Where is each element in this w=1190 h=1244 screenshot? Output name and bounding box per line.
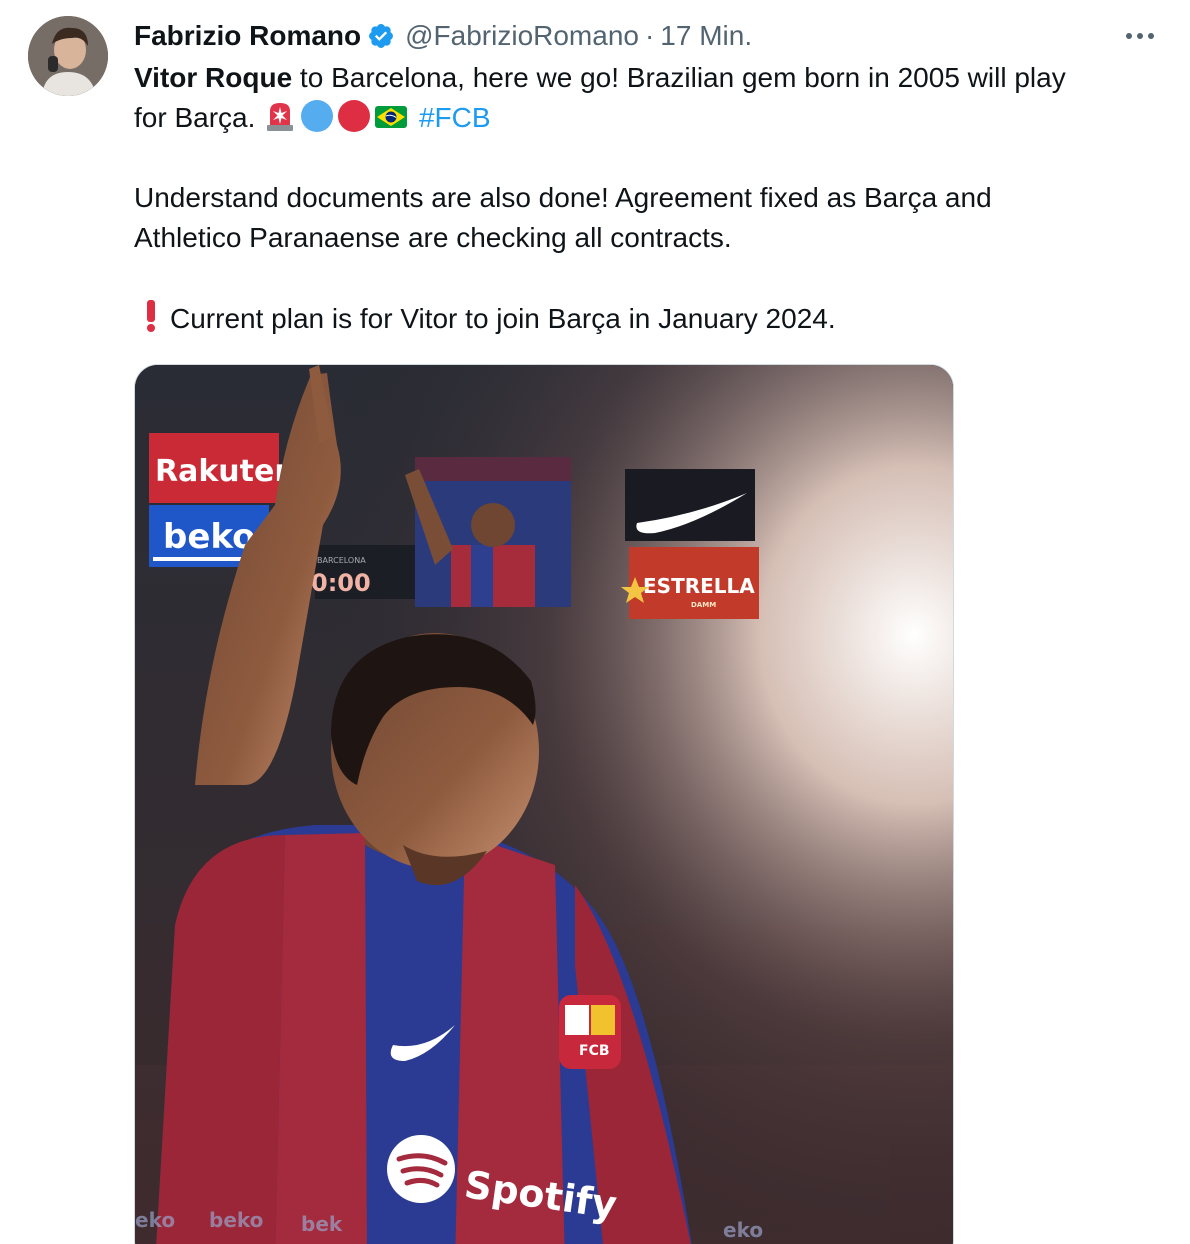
tweet-paragraph-2-line-2: Athletico Paranaense are checking all co… [134, 222, 732, 253]
header-separator: · [644, 20, 655, 51]
tweet-content: Fabrizio Romano @FabrizioRomano · 17 Min… [134, 14, 1164, 343]
board-right-sub-text: DAMM [691, 601, 716, 609]
rotating-light-icon [263, 99, 297, 133]
tweet-line-2: for Barça. #FCB [134, 98, 1164, 138]
board-left-bottom-text: beko [163, 517, 255, 557]
footer-ad-2: beko [209, 1208, 263, 1232]
board-right-brand-text: ESTRELLA [643, 574, 755, 598]
tweet-card[interactable]: Fabrizio Romano @FabrizioRomano · 17 Min… [0, 0, 1190, 1244]
blue-circle-icon [300, 99, 334, 133]
scoreboard-small-text: BARCELONA [317, 556, 366, 565]
tweet-header: Fabrizio Romano @FabrizioRomano · 17 Min… [134, 14, 1164, 58]
hashtag-link[interactable]: #FCB [419, 102, 491, 133]
tweet-line-2-text: for Barça. [134, 102, 264, 133]
footer-ad-1: eko [135, 1208, 175, 1232]
tweet-media-image[interactable]: Rakuten beko 0:00 BARCELONA ESTRELLA DAM… [134, 364, 954, 1244]
red-circle-icon [337, 99, 371, 133]
board-left-top-text: Rakuten [155, 454, 296, 489]
exclamation-mark-icon [134, 298, 170, 343]
author-name[interactable]: Fabrizio Romano [134, 20, 361, 52]
tweet-paragraph-3: Current plan is for Vitor to join Barça … [134, 298, 1164, 343]
center-screen [405, 457, 571, 607]
tweet-paragraph-2-line-1: Understand documents are also done! Agre… [134, 182, 992, 213]
mention-player-name: Vitor Roque [134, 62, 293, 93]
footer-ad-3: bek [301, 1212, 343, 1236]
tweet-timestamp[interactable]: 17 Min. [660, 20, 752, 52]
author-handle[interactable]: @FabrizioRomano [405, 20, 639, 52]
verified-badge-icon[interactable] [367, 22, 395, 50]
scoreboard-time-text: 0:00 [311, 569, 371, 597]
footer-ad-4: eko [723, 1218, 763, 1242]
tweet-line-1: Vitor Roque to Barcelona, here we go! Br… [134, 58, 1164, 98]
brazil-flag-icon [374, 99, 408, 133]
crest-text: FCB [579, 1043, 610, 1059]
profile-avatar[interactable] [28, 16, 108, 96]
tweet-line-1-text: to Barcelona, here we go! Brazilian gem … [292, 62, 1066, 93]
tweet-text: Vitor Roque to Barcelona, here we go! Br… [134, 58, 1164, 343]
tweet-paragraph-3-text: Current plan is for Vitor to join Barça … [170, 303, 836, 334]
more-options-icon[interactable] [1120, 24, 1160, 48]
